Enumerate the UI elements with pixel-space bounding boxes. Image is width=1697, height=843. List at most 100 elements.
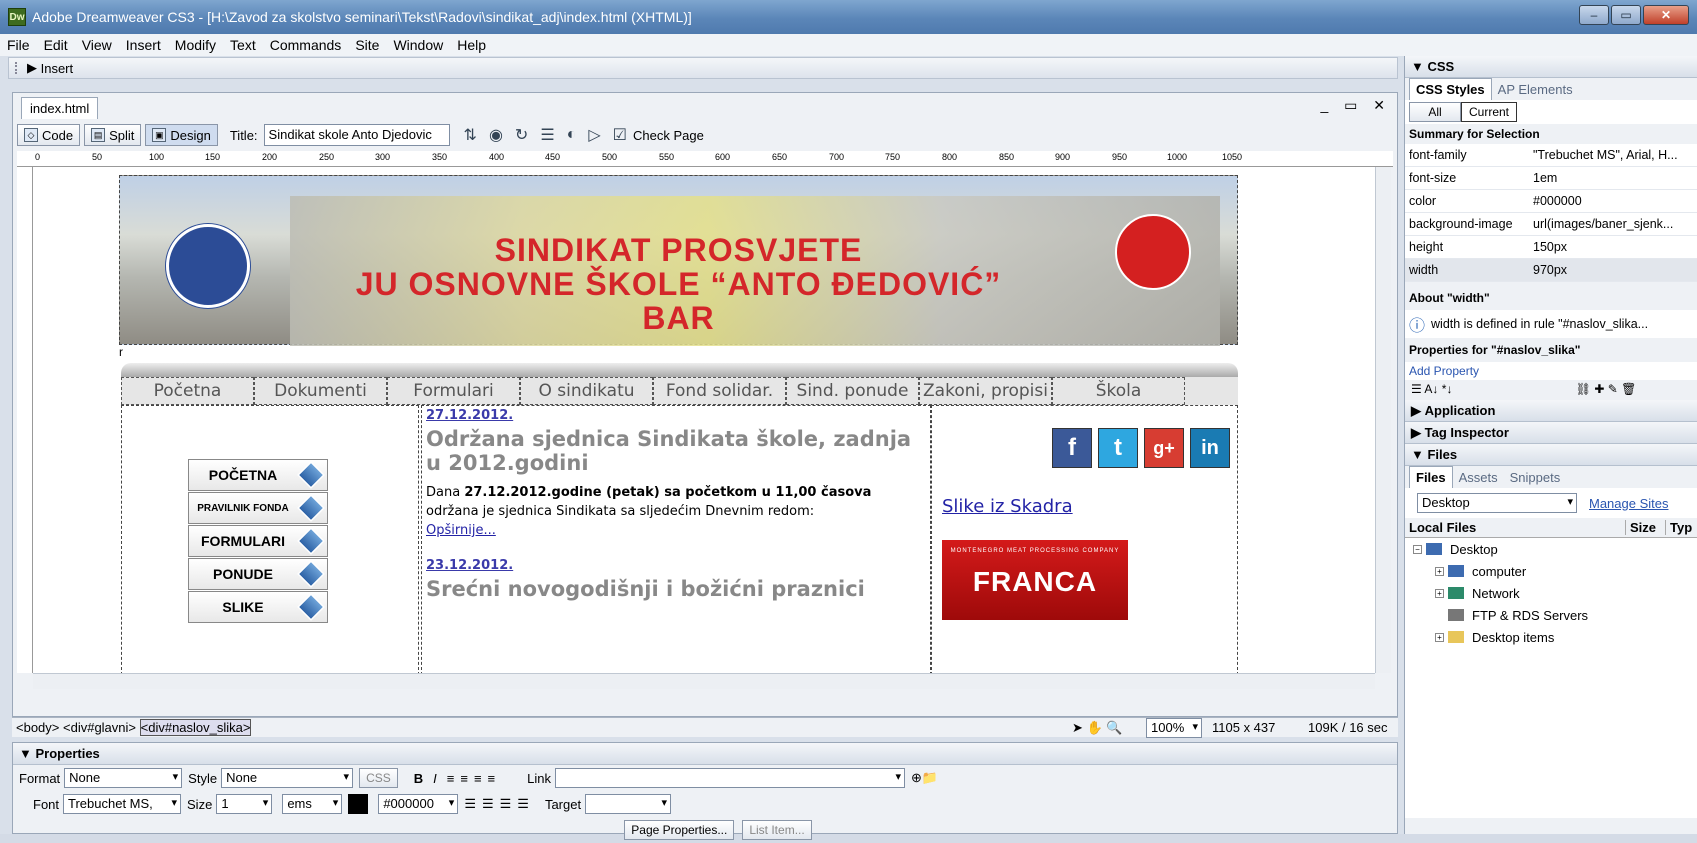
menu-view[interactable]: View (75, 37, 119, 53)
table-row[interactable]: color #000000 (1405, 190, 1697, 213)
preview-browser-icon[interactable]: ◉ (489, 125, 503, 145)
facebook-icon[interactable]: f (1052, 428, 1092, 468)
split-view-button[interactable]: ▤ Split (84, 124, 142, 146)
tab-ap-elements[interactable]: AP Elements (1492, 79, 1579, 100)
nav-item-zakoni[interactable]: Zakoni, propisi (919, 377, 1052, 405)
expand-icon[interactable]: + (1435, 588, 1444, 598)
folder-icon[interactable]: ⊕📁 (911, 770, 938, 786)
table-row[interactable]: height 150px (1405, 236, 1697, 259)
zoom-select[interactable]: 100% (1146, 717, 1202, 738)
check-page-button[interactable]: Check Page (633, 128, 704, 143)
menu-text[interactable]: Text (223, 37, 263, 53)
collapse-icon[interactable]: − (1413, 544, 1422, 554)
side-button-pravilnik[interactable]: PRAVILNIK FONDA (188, 492, 328, 524)
site-select[interactable]: Desktop (1417, 493, 1577, 513)
franca-ad[interactable]: MONTENEGRO MEAT PROCESSING COMPANY FRANC… (942, 540, 1128, 620)
tag-div-naslov[interactable]: <div#naslov_slika> (139, 719, 252, 736)
insert-bar[interactable]: ▶ Insert (8, 57, 1398, 79)
italic-button[interactable]: I (433, 771, 437, 786)
post-date[interactable]: 23.12.2012. (426, 558, 926, 573)
nav-item-fond[interactable]: Fond solidar. (653, 377, 786, 405)
tree-node-desktop-items[interactable]: + Desktop items (1405, 626, 1697, 648)
css-panel-header[interactable]: ▼ CSS (1405, 56, 1697, 78)
table-row-selected[interactable]: width 970px (1405, 259, 1697, 282)
banner-div[interactable]: SINDIKAT PROSVJETE JU OSNOVNE ŠKOLE “ANT… (119, 175, 1238, 346)
gallery-link[interactable]: Slike iz Skadra (942, 496, 1073, 517)
document-tab[interactable]: index.html (21, 97, 99, 119)
document-window-controls[interactable]: _ ▭ ✕ (1320, 97, 1391, 114)
validate-icon[interactable]: ▷ (588, 125, 600, 145)
tree-node-network[interactable]: + Network (1405, 582, 1697, 604)
side-button-pocetna[interactable]: POČETNA (188, 459, 328, 491)
minimize-button[interactable]: – (1579, 5, 1609, 25)
tab-files[interactable]: Files (1409, 466, 1453, 488)
select-tool-icon[interactable]: ➤ ✋ 🔍 (1072, 720, 1123, 736)
menu-file[interactable]: File (0, 37, 37, 53)
read-more-link[interactable]: Opširnije... (426, 521, 926, 540)
menu-edit[interactable]: Edit (37, 37, 75, 53)
tab-assets[interactable]: Assets (1453, 467, 1504, 488)
code-view-button[interactable]: ◇ Code (17, 124, 81, 146)
size-select[interactable]: 1 (216, 794, 273, 814)
tag-div-glavni[interactable]: <div#glavni> (63, 720, 136, 735)
nav-item-skola[interactable]: Škola (1052, 377, 1185, 405)
list-buttons[interactable]: ☰☰☰☰ (464, 796, 535, 812)
nav-item-o-sindikatu[interactable]: O sindikatu (520, 377, 653, 405)
bold-button[interactable]: B (414, 771, 423, 786)
visual-aids-icon[interactable]: ◐ (567, 126, 577, 144)
files-panel-header[interactable]: ▼ Files (1405, 444, 1697, 466)
unit-select[interactable]: ems (282, 794, 343, 814)
type-column[interactable]: Typ (1665, 520, 1692, 535)
tag-body[interactable]: <body> (16, 720, 59, 735)
nav-item-pocetna[interactable]: Početna (121, 377, 254, 405)
google-plus-icon[interactable]: g+ (1144, 428, 1184, 468)
local-files-column[interactable]: Local Files (1405, 520, 1625, 535)
css-panel-toolbar[interactable]: ☰ A↓ *↓ ⛓ ✚ ✎ 🗑 (1405, 380, 1697, 400)
format-select[interactable]: None (64, 768, 183, 788)
menu-help[interactable]: Help (450, 37, 493, 53)
add-property-link[interactable]: Add Property (1405, 362, 1697, 380)
table-row[interactable]: font-size 1em (1405, 167, 1697, 190)
page-properties-button[interactable]: Page Properties... (624, 820, 735, 840)
twitter-icon[interactable]: t (1098, 428, 1138, 468)
color-swatch[interactable] (348, 794, 369, 814)
menu-commands[interactable]: Commands (263, 37, 349, 53)
nav-item-ponude[interactable]: Sind. ponude (786, 377, 919, 405)
table-row[interactable]: font-family "Trebuchet MS", Arial, H... (1405, 144, 1697, 167)
close-button[interactable]: ✕ (1643, 5, 1689, 25)
post-title[interactable]: Srećni novogodišnji i božićni praznici (426, 577, 926, 601)
menu-site[interactable]: Site (348, 37, 386, 53)
tab-snippets[interactable]: Snippets (1504, 467, 1567, 488)
tree-node-computer[interactable]: + computer (1405, 560, 1697, 582)
design-view-button[interactable]: ▣ Design (145, 124, 218, 146)
list-item-button[interactable]: List Item... (742, 820, 812, 840)
title-input[interactable]: Sindikat skole Anto Djedovic (263, 124, 450, 146)
side-button-slike[interactable]: SLIKE (188, 591, 328, 623)
tab-css-styles[interactable]: CSS Styles (1409, 78, 1492, 100)
vertical-scrollbar[interactable] (1375, 167, 1391, 673)
table-row[interactable]: background-image url(images/baner_sjenk..… (1405, 213, 1697, 236)
post-date[interactable]: 27.12.2012. (426, 408, 926, 423)
menu-insert[interactable]: Insert (119, 37, 168, 53)
manage-sites-link[interactable]: Manage Sites (1589, 496, 1669, 511)
post-title[interactable]: Održana sjednica Sindikata škole, zadnja… (426, 427, 926, 475)
target-select[interactable] (585, 794, 672, 814)
properties-header[interactable]: ▼ Properties (13, 743, 1397, 765)
view-options-icon[interactable]: ☰ (540, 125, 554, 145)
style-select[interactable]: None (221, 768, 354, 788)
color-input[interactable]: #000000 (378, 794, 459, 814)
expand-icon[interactable]: + (1435, 632, 1444, 642)
current-button[interactable]: Current (1461, 102, 1517, 122)
horizontal-scrollbar[interactable] (33, 673, 1375, 689)
design-canvas[interactable]: SINDIKAT PROSVJETE JU OSNOVNE ŠKOLE “ANT… (33, 167, 1375, 673)
all-button[interactable]: All (1409, 102, 1461, 122)
window-size[interactable]: 1105 x 437 (1212, 720, 1275, 735)
css-button[interactable]: CSS (359, 768, 398, 788)
refresh-icon[interactable]: ↻ (515, 125, 528, 145)
nav-item-formulari[interactable]: Formulari (387, 377, 520, 405)
maximize-button[interactable]: ▭ (1611, 5, 1641, 25)
tree-node-ftp[interactable]: FTP & RDS Servers (1405, 604, 1697, 626)
tag-inspector-panel-header[interactable]: ▶ Tag Inspector (1405, 422, 1697, 444)
link-input[interactable] (554, 768, 905, 788)
side-button-formulari[interactable]: FORMULARI (188, 525, 328, 557)
